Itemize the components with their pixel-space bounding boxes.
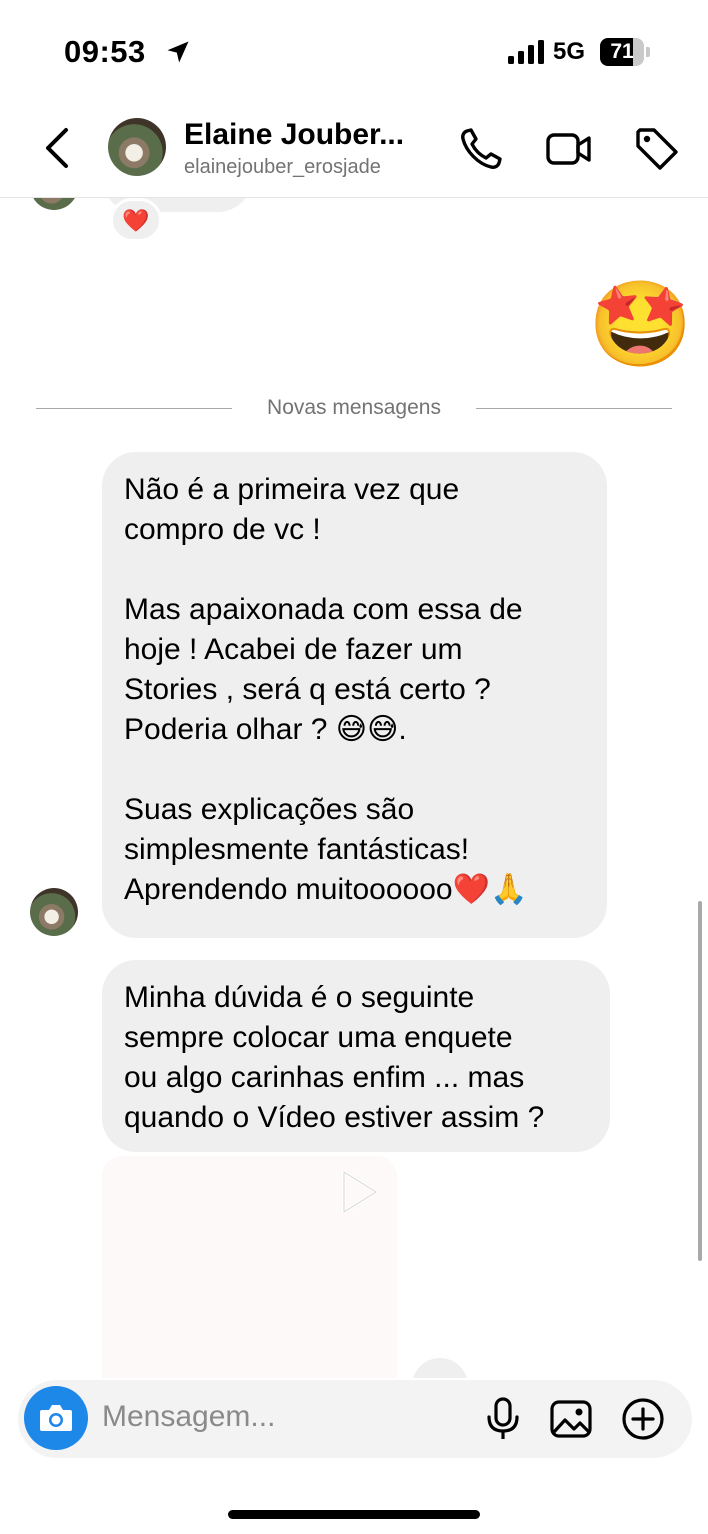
video-camera-icon[interactable] bbox=[546, 126, 592, 172]
new-messages-label: Novas mensagens bbox=[267, 396, 441, 419]
status-bar: 09:53 5G 71 bbox=[0, 0, 708, 100]
message-bubble[interactable]: Não é a primeira vez que compro de vc ! … bbox=[102, 452, 607, 938]
signal-icon bbox=[508, 40, 544, 64]
camera-icon bbox=[40, 1405, 72, 1431]
tag-icon[interactable] bbox=[634, 126, 680, 172]
chevron-left-icon[interactable] bbox=[40, 126, 76, 170]
sender-avatar[interactable] bbox=[30, 888, 78, 936]
heart-reaction[interactable]: ❤️ bbox=[110, 198, 162, 242]
battery-icon: 71 bbox=[600, 38, 650, 66]
status-time: 09:53 bbox=[64, 34, 146, 69]
message-input[interactable]: Mensagem... bbox=[102, 1400, 275, 1434]
phone-icon[interactable] bbox=[458, 126, 504, 172]
message-bubble[interactable]: Minha dúvida é o seguinte sempre colocar… bbox=[102, 960, 610, 1152]
battery-level: 71 bbox=[610, 40, 634, 63]
network-type: 5G bbox=[553, 38, 586, 65]
scrollbar[interactable] bbox=[698, 901, 702, 1261]
home-indicator bbox=[228, 1510, 480, 1519]
camera-button[interactable] bbox=[24, 1386, 88, 1450]
message-composer: Mensagem... bbox=[18, 1380, 692, 1458]
contact-name[interactable]: Elaine Jouber... bbox=[184, 118, 404, 152]
contact-username[interactable]: elainejouber_erosjade bbox=[184, 156, 381, 179]
location-arrow-icon bbox=[167, 41, 189, 63]
chat-header: Elaine Jouber... elainejouber_erosjade bbox=[0, 100, 708, 198]
message-thread[interactable]: ❤️ 🤩 Novas mensagens Não é a primeira ve… bbox=[0, 198, 708, 1378]
sender-avatar[interactable] bbox=[30, 198, 78, 210]
contact-avatar[interactable] bbox=[108, 118, 166, 176]
plus-circle-icon[interactable] bbox=[620, 1396, 666, 1442]
play-icon[interactable] bbox=[338, 1168, 382, 1216]
share-button[interactable] bbox=[412, 1358, 468, 1378]
new-messages-divider: Novas mensagens bbox=[36, 396, 672, 420]
sent-emoji-message[interactable]: 🤩 bbox=[588, 274, 693, 374]
heart-reaction-emoji: ❤️ bbox=[122, 208, 150, 233]
video-message[interactable] bbox=[102, 1156, 397, 1378]
microphone-icon[interactable] bbox=[480, 1396, 526, 1442]
gallery-icon[interactable] bbox=[548, 1396, 594, 1442]
